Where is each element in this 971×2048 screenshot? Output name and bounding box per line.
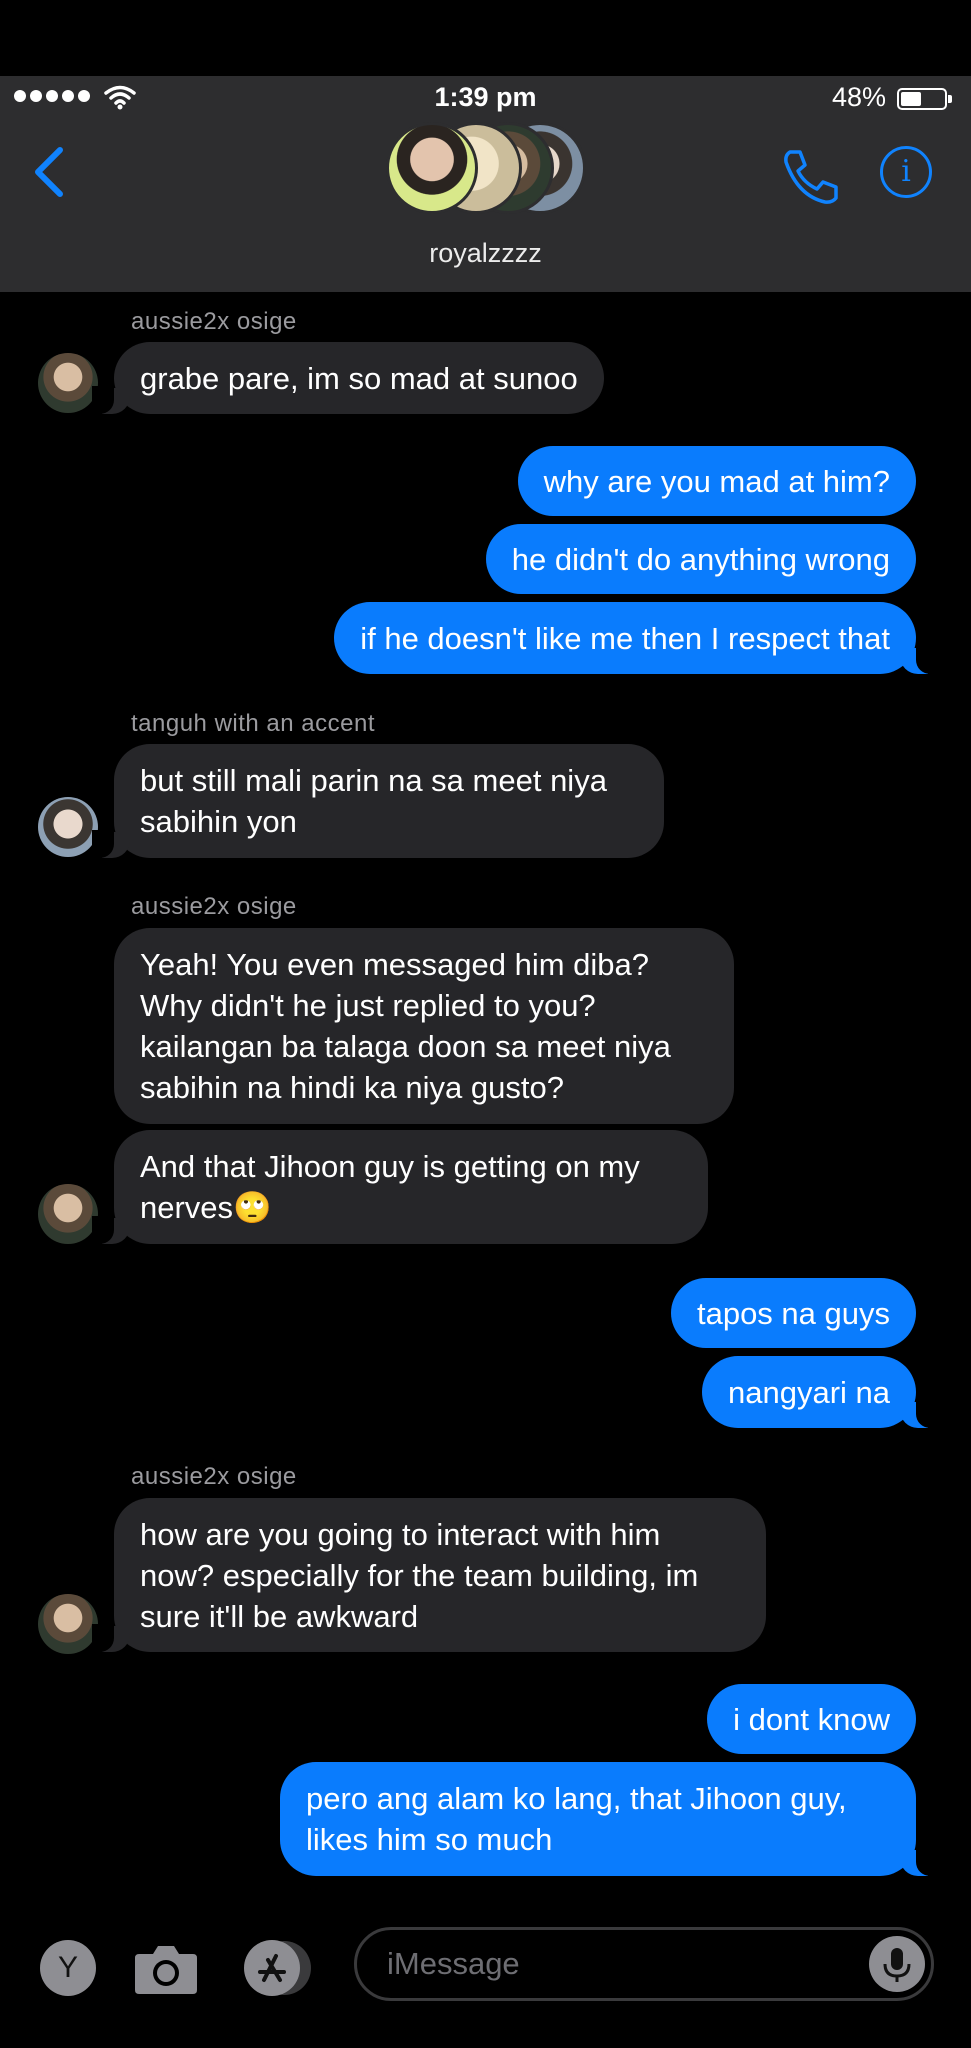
message-input-bar: Y [0,1900,971,2048]
outgoing-message-bubble[interactable]: he didn't do anything wrong [485,524,916,594]
outgoing-message-bubble[interactable]: i dont know [707,1684,916,1754]
status-time: 1:39 pm [434,82,537,112]
mic-icon[interactable] [869,1936,925,1992]
battery-icon [897,88,952,110]
message-input[interactable] [387,1942,837,1986]
group-avatar [386,122,478,214]
incoming-message-bubble[interactable]: grabe pare, im so mad at sunoo [92,342,604,414]
back-chevron-icon[interactable] [30,146,66,198]
info-icon[interactable]: i [880,146,932,198]
sender-name: aussie2x osige [131,308,297,335]
outgoing-message-bubble[interactable]: nangyari na [701,1356,939,1428]
phone-icon[interactable] [780,148,840,206]
outgoing-message-bubble[interactable]: pero ang alam ko lang, that Jihoon guy, … [280,1762,938,1876]
sender-avatar [38,1184,98,1244]
battery-percentage: 48% [832,82,887,112]
status-bar: 1:39 pm 48% [0,80,971,116]
sender-name: aussie2x osige [131,893,297,920]
app-store-icon[interactable] [242,1938,314,1998]
sender-name: tanguh with an accent [131,710,375,737]
outgoing-message-bubble[interactable]: why are you mad at him? [517,446,916,516]
incoming-message-bubble[interactable]: And that Jihoon guy is getting on my ner… [92,1130,708,1244]
sender-avatar [38,353,98,413]
outgoing-message-bubble[interactable]: tapos na guys [670,1278,916,1348]
app-drawer-button[interactable]: Y [40,1940,96,1996]
incoming-message-bubble[interactable]: Yeah! You even messaged him diba? Why di… [114,928,734,1124]
camera-icon[interactable] [133,1940,199,1996]
top-black-strip [0,0,971,76]
outgoing-message-bubble[interactable]: if he doesn't like me then I respect tha… [334,602,938,674]
group-avatar-stack[interactable] [386,122,586,214]
message-input-field[interactable] [354,1927,934,2001]
incoming-message-bubble[interactable]: how are you going to interact with him n… [92,1498,766,1652]
incoming-message-bubble[interactable]: but still mali parin na sa meet niya sab… [92,744,664,858]
sender-avatar [38,1594,98,1654]
sender-name: aussie2x osige [131,1463,297,1490]
sender-avatar [38,797,98,857]
group-name[interactable]: royalzzzz [0,238,971,269]
